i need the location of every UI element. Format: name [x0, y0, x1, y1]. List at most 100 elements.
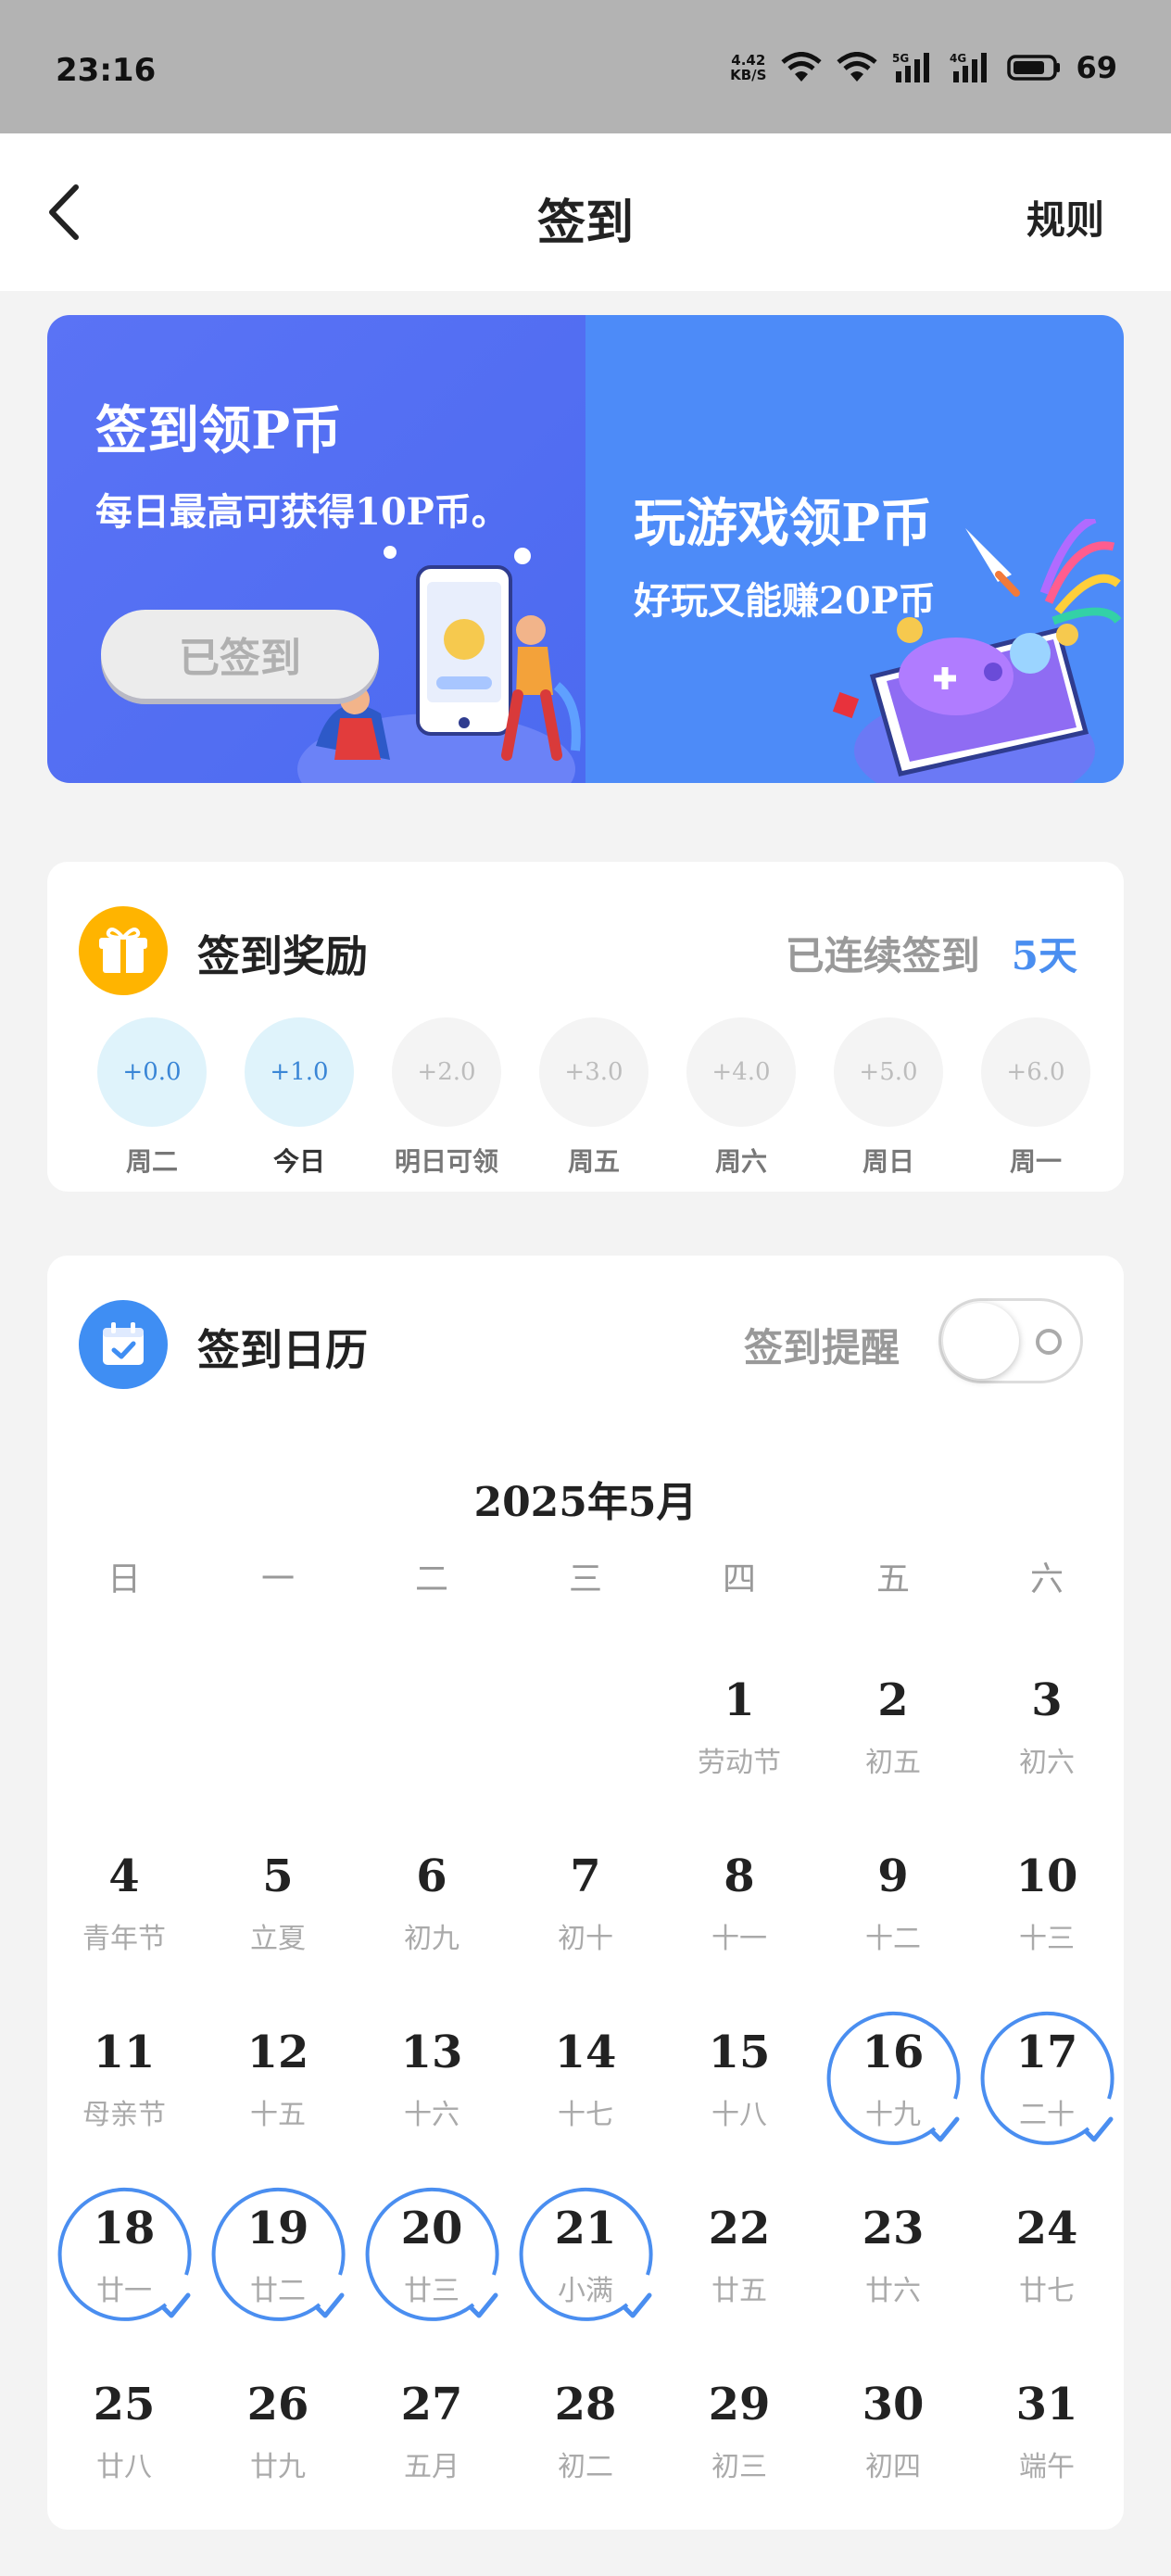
checkin-reward-card: 签到奖励 已连续签到 5天 +0.0 周二 +1.0 今日 +2.0 明日可领 +…	[47, 862, 1124, 1192]
reward-day-label: 周日	[862, 1146, 914, 1177]
calendar-day[interactable]: 7 初十	[509, 1830, 662, 1997]
reward-day-label: 周一	[1009, 1146, 1062, 1177]
calendar-day[interactable]: 25 廿八	[47, 2358, 201, 2525]
battery-level: 69	[1076, 50, 1117, 85]
day-number: 7	[570, 1850, 601, 1902]
reward-day: +6.0 周一	[962, 1017, 1110, 1179]
checkin-promo-subtitle: 每日最高可获得10P币。	[95, 490, 509, 534]
top-nav-bar: 签到 规则	[0, 133, 1171, 291]
reward-amount: +3.0	[539, 1017, 648, 1127]
lunar-date: 十一	[711, 1923, 767, 1955]
calendar-day[interactable]: 14 十七	[509, 2006, 662, 2173]
calendar-day[interactable]: 28 初二	[509, 2358, 662, 2525]
checkin-calendar-card: 签到日历 签到提醒 2025年5月 日 一 二 三 四 五 六 1 劳动节 2 初五 3 初六 4 青年节…	[47, 1256, 1124, 2530]
game-controller-illustration	[832, 519, 1122, 783]
calendar-day-signed[interactable]: 17 二十	[970, 2006, 1124, 2173]
promo-banner: 签到领P币 每日最高可获得10P币。 已签到 玩游戏领P币 好玩又能赚20P币	[47, 315, 1124, 783]
reward-day-label: 周六	[714, 1146, 767, 1177]
calendar-day[interactable]: 6 初九	[355, 1830, 509, 1997]
calendar-day[interactable]: 31 端午	[970, 2358, 1124, 2525]
signed-in-button[interactable]: 已签到	[101, 610, 379, 699]
rules-link[interactable]: 规则	[1026, 189, 1104, 246]
status-bar: 23:16 4.42 KB/S 5G 4G 69	[0, 0, 1171, 133]
calendar-day[interactable]: 11 母亲节	[47, 2006, 201, 2173]
reward-amount: +1.0	[245, 1017, 354, 1127]
calendar-day[interactable]: 30 初四	[816, 2358, 970, 2525]
lunar-date: 十三	[1019, 1923, 1075, 1955]
calendar-day[interactable]: 13 十六	[355, 2006, 509, 2173]
day-number: 1	[724, 1674, 755, 1726]
lunar-date: 初四	[865, 2451, 921, 2483]
day-number: 19	[246, 2203, 309, 2254]
calendar-day[interactable]: 2 初五	[816, 1654, 970, 1821]
reward-day-label: 明日可领	[394, 1146, 498, 1177]
weekday-label: 四	[722, 1560, 756, 1598]
calendar-month: 2025年5月	[473, 1479, 698, 1526]
lunar-date: 廿九	[250, 2451, 306, 2483]
calendar-day-signed[interactable]: 16 十九	[816, 2006, 970, 2173]
day-number: 17	[1015, 2027, 1078, 2078]
calendar-day[interactable]: 24 廿七	[970, 2182, 1124, 2349]
calendar-day[interactable]: 23 廿六	[816, 2182, 970, 2349]
reward-day-today: +1.0 今日	[225, 1017, 373, 1179]
calendar-day[interactable]: 3 初六	[970, 1654, 1124, 1821]
calendar-day[interactable]: 12 十五	[201, 2006, 355, 2173]
day-number: 27	[400, 2379, 463, 2431]
calendar-day[interactable]: 9 十二	[816, 1830, 970, 1997]
lunar-date: 十七	[558, 2099, 613, 2131]
reward-day: +0.0 周二	[78, 1017, 226, 1179]
weekday-label: 一	[260, 1560, 295, 1598]
reward-day-label: 周五	[567, 1146, 620, 1177]
calendar-day[interactable]: 29 初三	[662, 2358, 816, 2525]
reminder-toggle[interactable]	[938, 1298, 1083, 1383]
game-promo-panel[interactable]: 玩游戏领P币 好玩又能赚20P币	[586, 315, 1124, 783]
calendar-day-signed[interactable]: 20 廿三	[355, 2182, 509, 2349]
lunar-date: 廿六	[865, 2275, 921, 2307]
svg-text:4G: 4G	[950, 52, 966, 65]
lunar-date: 初三	[711, 2451, 767, 2483]
checkin-promo-panel[interactable]: 签到领P币 每日最高可获得10P币。 已签到	[47, 315, 586, 783]
day-number: 8	[724, 1850, 755, 1902]
weekday-label: 二	[414, 1560, 448, 1598]
day-number: 5	[262, 1850, 294, 1902]
calendar-day[interactable]: 1 劳动节	[662, 1654, 816, 1821]
lunar-date: 小满	[558, 2275, 613, 2307]
calendar-day-signed[interactable]: 21 小满	[509, 2182, 662, 2349]
calendar-day[interactable]: 5 立夏	[201, 1830, 355, 1997]
calendar-day-signed[interactable]: 19 廿二	[201, 2182, 355, 2349]
day-number: 11	[93, 2027, 156, 2078]
calendar-day[interactable]: 8 十一	[662, 1830, 816, 1997]
status-time: 23:16	[56, 52, 157, 89]
day-number: 25	[93, 2379, 156, 2431]
day-number: 22	[708, 2203, 771, 2254]
status-icons: 4.42 KB/S 5G 4G 69	[730, 50, 1117, 85]
lunar-date: 十二	[865, 1923, 921, 1955]
calendar-day[interactable]: 22 廿五	[662, 2182, 816, 2349]
calendar-day[interactable]: 10 十三	[970, 1830, 1124, 1997]
reward-day-label: 周二	[125, 1146, 178, 1177]
day-number: 18	[93, 2203, 156, 2254]
weekday-header: 日一二三四五六	[47, 1552, 1124, 1608]
net-speed: 4.42 KB/S	[730, 53, 766, 82]
calendar-day[interactable]: 15 十八	[662, 2006, 816, 2173]
lunar-date: 廿五	[711, 2275, 767, 2307]
day-number: 6	[416, 1850, 447, 1902]
calendar-day[interactable]: 26 廿九	[201, 2358, 355, 2525]
lunar-date: 初九	[404, 1923, 460, 1955]
day-number: 29	[708, 2379, 771, 2431]
lunar-date: 初二	[558, 2451, 613, 2483]
lunar-date: 廿三	[404, 2275, 460, 2307]
day-number: 12	[246, 2027, 309, 2078]
calendar-day[interactable]: 27 五月	[355, 2358, 509, 2525]
toggle-off-indicator-icon	[1036, 1329, 1062, 1355]
reward-day: +5.0 周日	[814, 1017, 963, 1179]
calendar-day-signed[interactable]: 18 廿一	[47, 2182, 201, 2349]
gift-icon	[79, 906, 168, 995]
day-number: 10	[1015, 1850, 1078, 1902]
reward-amount: +2.0	[392, 1017, 501, 1127]
day-number: 14	[554, 2027, 617, 2078]
streak-days: 5天	[1011, 933, 1077, 979]
calendar-day[interactable]: 4 青年节	[47, 1830, 201, 1997]
day-number: 16	[862, 2027, 925, 2078]
day-number: 24	[1015, 2203, 1078, 2254]
